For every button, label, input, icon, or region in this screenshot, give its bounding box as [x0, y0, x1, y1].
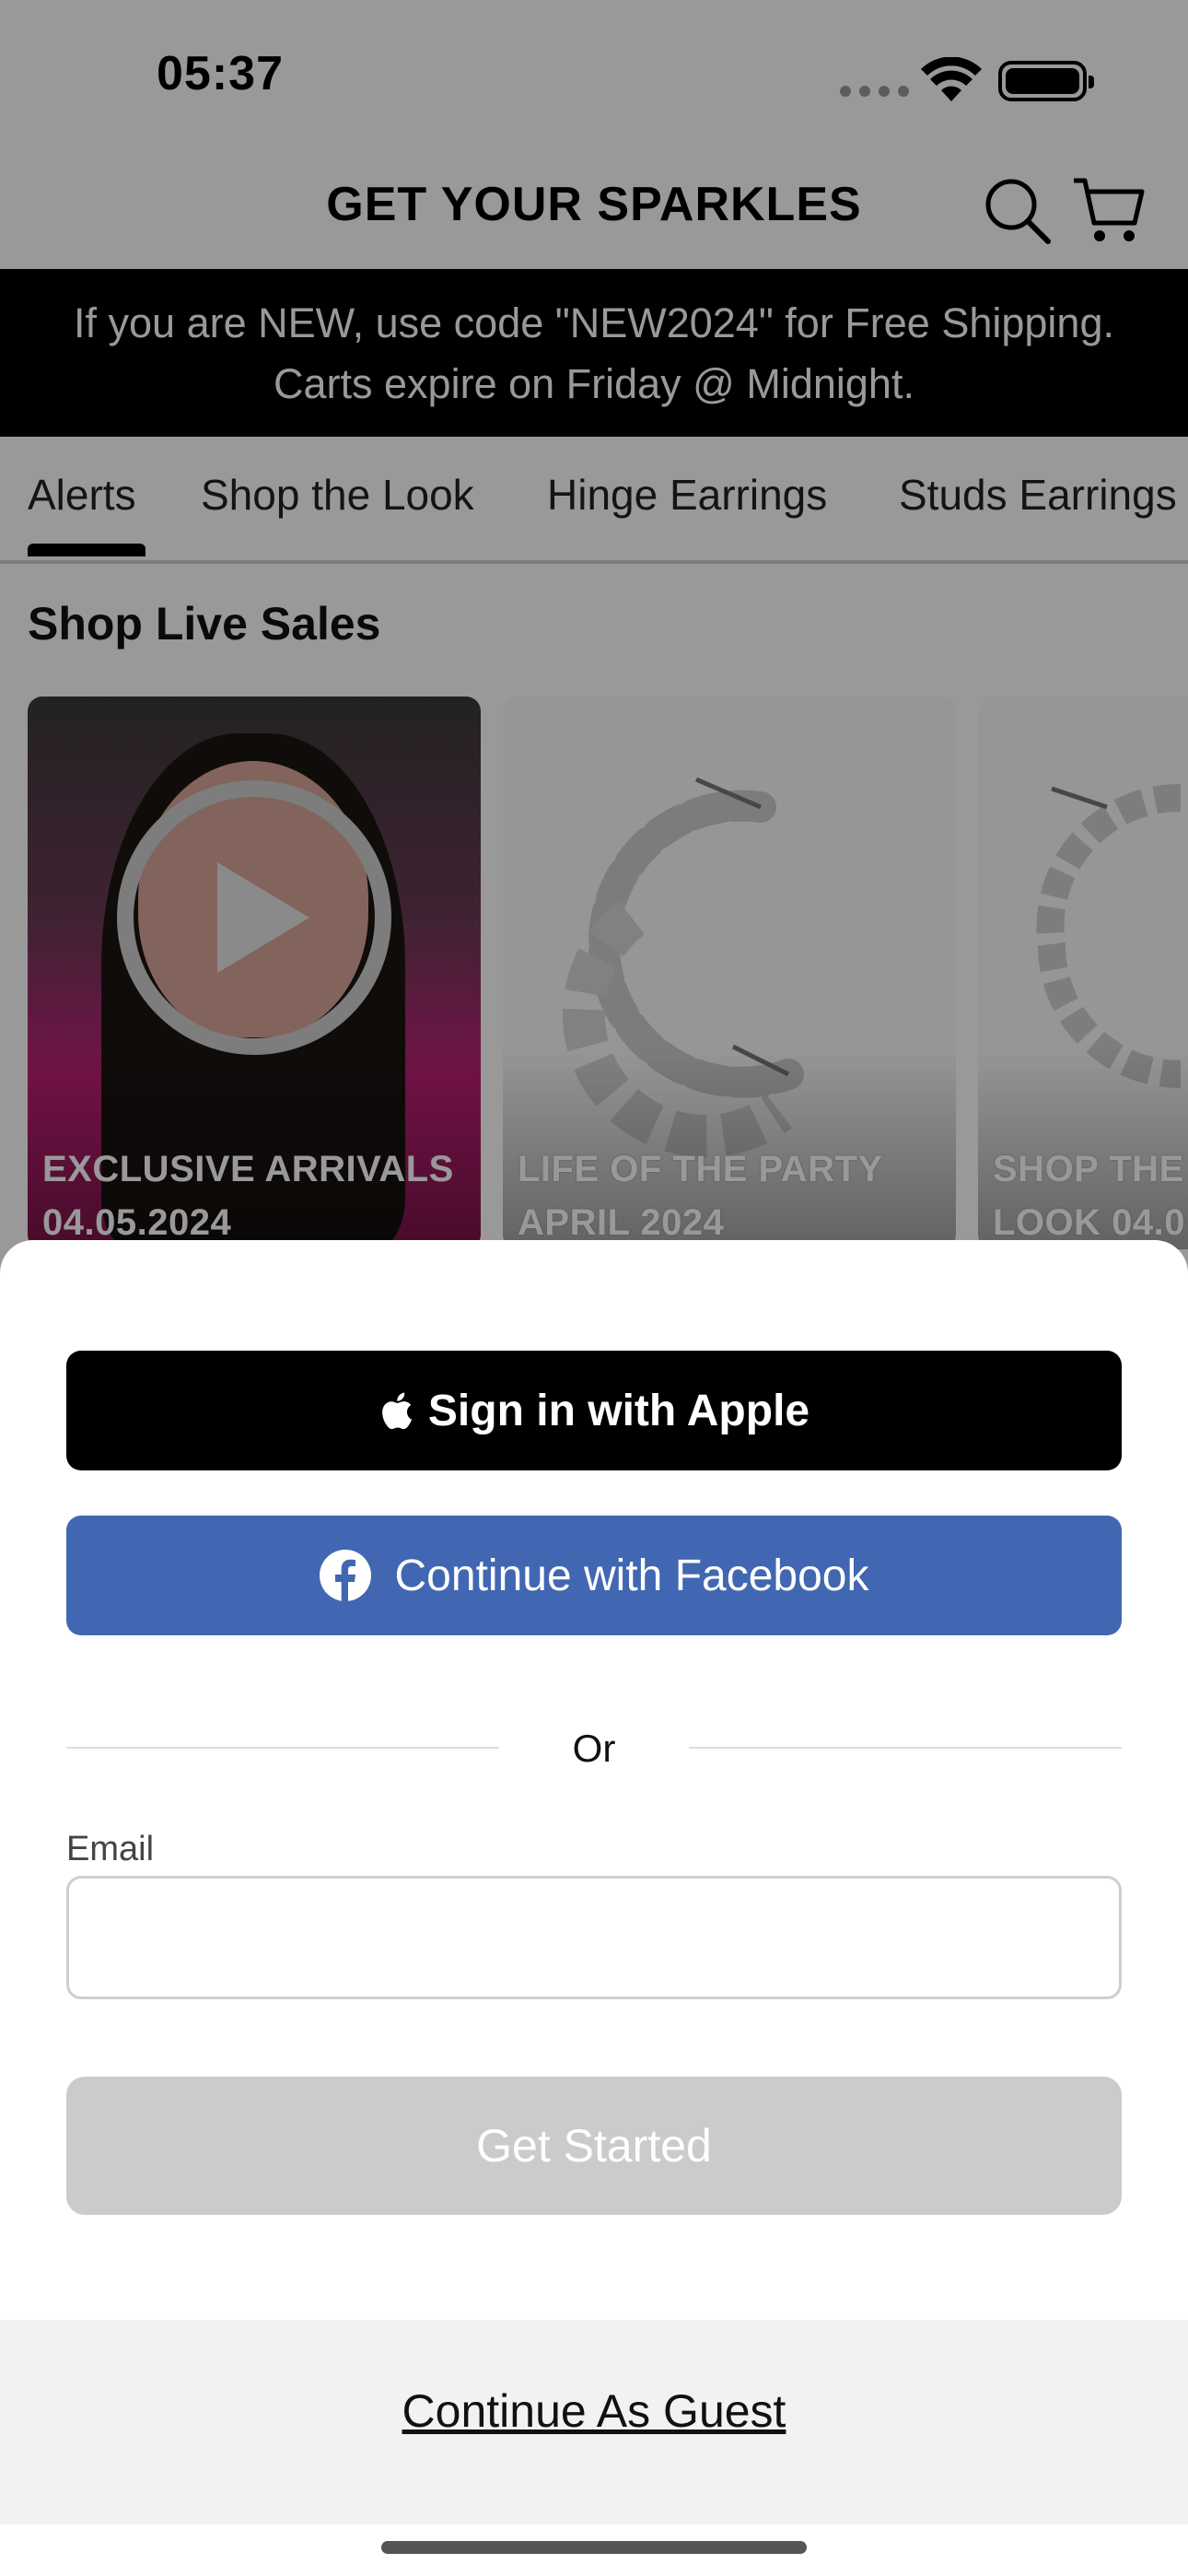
- or-label: Or: [572, 1727, 616, 1770]
- or-divider: Or: [66, 1719, 1122, 1774]
- app-background: 05:37 GET YOUR SPARKLES If you are NEW, …: [0, 0, 1188, 1290]
- continue-with-facebook-button[interactable]: Continue with Facebook: [66, 1516, 1122, 1635]
- guest-area: Continue As Guest: [0, 2320, 1188, 2524]
- sign-in-with-apple-button[interactable]: Sign in with Apple: [66, 1351, 1122, 1470]
- facebook-icon: [319, 1550, 371, 1601]
- facebook-button-label: Continue with Facebook: [394, 1551, 869, 1600]
- apple-button-label: Sign in with Apple: [427, 1386, 810, 1435]
- apple-icon: [382, 1392, 412, 1430]
- get-started-label: Get Started: [476, 2120, 712, 2172]
- email-label: Email: [66, 1830, 155, 1868]
- continue-as-guest-link[interactable]: Continue As Guest: [0, 2384, 1188, 2438]
- home-indicator[interactable]: [381, 2541, 807, 2554]
- divider-line-right: [689, 1747, 1122, 1749]
- get-started-button[interactable]: Get Started: [66, 2077, 1122, 2215]
- email-field[interactable]: [66, 1876, 1122, 1999]
- modal-backdrop[interactable]: [0, 0, 1188, 1290]
- sign-in-sheet: Sign in with Apple Continue with Faceboo…: [0, 1240, 1188, 2576]
